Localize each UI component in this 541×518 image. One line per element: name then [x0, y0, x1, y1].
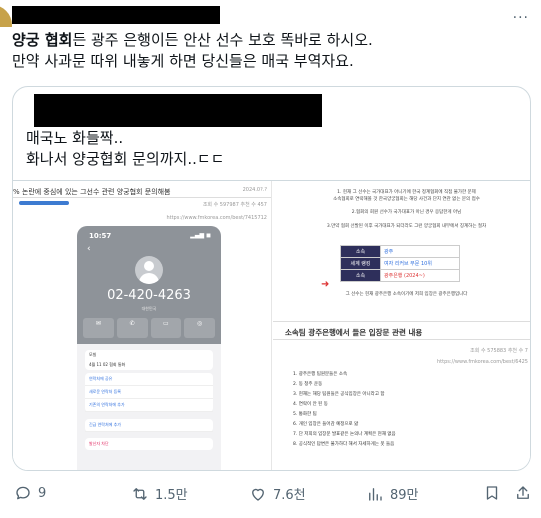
- list-item: 4. 연락이 안 된 동: [293, 402, 328, 407]
- table-value: 광주은행 (2024~): [380, 269, 460, 282]
- message-icon: ✉: [83, 318, 114, 338]
- heart-icon: [252, 488, 264, 501]
- tweet-line-1: 든 광주 은행이든 안산 선수 보호 똑바로 하시오.: [72, 31, 373, 49]
- arrow-icon: ➜: [321, 279, 330, 290]
- doc-url: https://www.fmkorea.com/best/7415712: [166, 215, 267, 221]
- phone-number: 02-420-4263: [107, 288, 191, 303]
- share-button[interactable]: [514, 484, 532, 502]
- views-chart-icon: [369, 487, 382, 501]
- card-block: 발신자 차단: [89, 441, 109, 446]
- list-item: 6. 개인 입장은 들어감 예정으로 앎: [293, 422, 359, 427]
- voice-icon: ◎: [184, 318, 215, 338]
- doc-text: 그 선수는 현재 광주은행 소속이기에 저희 입장은 광주은행입니다: [345, 292, 468, 297]
- list-item: 5. 통화한 팀: [293, 412, 317, 417]
- doc-meta: 조회 수 575883 추천 수 7: [470, 348, 528, 354]
- card-link: 연락처에 공유: [85, 373, 213, 386]
- retweet-count: 1.5만: [155, 488, 188, 503]
- like-button[interactable]: 7.6천: [249, 484, 306, 503]
- doc-list: 1. 광주은행 팀원분들은 소속 2. 동 청주 운동 3. 현재는 해당 팀원…: [293, 370, 396, 450]
- views-count: 89만: [390, 488, 419, 503]
- card-line: 4월 11 02 협회 통화: [89, 362, 126, 367]
- back-arrow-icon: ‹: [87, 244, 91, 254]
- reply-icon: [16, 486, 30, 500]
- like-count: 7.6천: [273, 488, 306, 503]
- reply-button[interactable]: 9: [14, 484, 46, 502]
- doc-text: 1. 현재 그 선수는 국가대표가 아니기에 한국 정계협회에 직접 불가한 문…: [337, 190, 476, 195]
- divider: [273, 339, 530, 340]
- divider: [13, 197, 271, 198]
- phone-screenshot: 10:57 ▂▄▆ ◼ ‹ 02-420-4263 대한민국 ✉ ✆ ▭ ◎ 모…: [77, 226, 221, 470]
- card-line: 모빌: [89, 352, 97, 357]
- table-key: 세계 랭킹: [340, 257, 381, 270]
- list-item: 2. 동 청주 운동: [293, 382, 323, 387]
- author-avatar[interactable]: [0, 5, 12, 27]
- card-link: 긴급 연락처에 추가: [85, 419, 213, 432]
- quoted-line-2: 화나서 양궁협회 문의까지..ㄷㄷ: [26, 150, 225, 168]
- tweet-hashtag-text[interactable]: 양궁 협회: [12, 31, 72, 49]
- tweet-line-2: 만약 사과문 따위 내놓게 하면 당신들은 매국 부역자요.: [12, 52, 354, 70]
- redacted-quoted-author: [34, 94, 322, 127]
- retweet-icon: [133, 487, 147, 500]
- doc-text: 2.협회의 회원 선수가 국가대표가 아닌 경우 응답한게 아님: [351, 210, 462, 215]
- quoted-line-1: 매국노 화들짝..: [26, 129, 124, 147]
- info-table: 소속 광주 세계 랭킹 여자 리커브 부문 10위 소속 광주은행 (2024~): [340, 245, 460, 282]
- doc-text: 3.만약 협회 선발된 이후 국가대표가 되더라도 그런 양궁협회 내부에서 징…: [326, 224, 487, 229]
- list-item: 3. 현재는 해당 팀원들은 공식입장은 아니라고 함: [293, 392, 385, 397]
- phone-card-info: 모빌 4월 11 02 협회 통화: [85, 350, 213, 370]
- doc-heading: 소속팀 광주은행에서 들은 입장문 관련 내용: [285, 328, 423, 337]
- quoted-tweet-text: 매국노 화들짝.. 화나서 양궁협회 문의까지..ㄷㄷ: [26, 128, 224, 170]
- divider: [273, 321, 530, 322]
- reply-count: 9: [38, 485, 47, 501]
- list-item: 7. 단 저희의 입장문 발표같은 논의나 계획은 현재 없음: [293, 432, 396, 437]
- table-value: 여자 리커브 부문 10위: [380, 257, 460, 270]
- list-item: 1. 광주은행 팀원분들은 소속: [293, 372, 348, 377]
- contact-avatar-icon: [135, 256, 163, 284]
- table-key: 소속: [340, 269, 381, 282]
- media-image-right[interactable]: 1. 현재 그 선수는 국가대표가 아니기에 한국 정계협회에 직접 불가한 문…: [273, 181, 530, 470]
- retweet-button[interactable]: 1.5만: [131, 484, 188, 503]
- card-link: 새로운 연락처 등록: [85, 386, 213, 399]
- share-icon: [517, 486, 529, 499]
- bookmark-icon: [486, 486, 498, 500]
- media-image-left[interactable]: % 논란에 중심에 있는 그선수 관련 양궁협회 문의해봄 2024.0?.? …: [13, 181, 272, 470]
- phone-time: 10:57: [89, 232, 112, 240]
- quoted-tweet[interactable]: 매국노 화들짝.. 화나서 양궁협회 문의까지..ㄷㄷ % 논란에 중심에 있는…: [12, 86, 531, 471]
- phone-actions: ✉ ✆ ▭ ◎: [83, 318, 215, 338]
- card-link: 기존의 연락처에 추가: [85, 399, 213, 412]
- phone-card-block: 발신자 차단: [85, 438, 213, 450]
- phone-card-links: 연락처에 공유 새로운 연락처 등록 기존의 연락처에 추가: [85, 373, 213, 412]
- more-options-icon[interactable]: ···: [513, 10, 529, 26]
- doc-title: % 논란에 중심에 있는 그선수 관련 양궁협회 문의해봄: [13, 188, 171, 196]
- video-icon: ▭: [150, 318, 182, 338]
- tweet-text: 양궁 협회든 광주 은행이든 안산 선수 보호 똑바로 하시오. 만약 사과문 …: [12, 30, 527, 72]
- views-button[interactable]: 89만: [366, 484, 419, 503]
- doc-url: https://www.fmkorea.com/best/6425: [437, 359, 528, 365]
- redacted-author-name: [12, 6, 220, 24]
- quoted-media[interactable]: % 논란에 중심에 있는 그선수 관련 양궁협회 문의해봄 2024.0?.? …: [13, 180, 530, 470]
- doc-date: 2024.0?.?: [242, 187, 267, 193]
- bookmark-button[interactable]: [483, 484, 501, 502]
- tweet-action-bar: 9 1.5만 7.6천 89만: [0, 484, 541, 506]
- phone-sub: 대한민국: [141, 306, 157, 311]
- table-key: 소속: [340, 245, 381, 258]
- author-bar: [19, 201, 69, 205]
- list-item: 8. 공식적인 답변은 불가하다 해서 자세하게는 못 들음: [293, 442, 395, 447]
- signal-battery-icon: ▂▄▆ ◼: [190, 232, 211, 239]
- phone-card-emergency: 긴급 연락처에 추가: [85, 419, 213, 432]
- doc-meta: 조회 수 597987 추천 수 457: [202, 202, 267, 208]
- call-icon: ✆: [116, 318, 148, 338]
- doc-text: 소속협회로 연락해볼 것 한국양궁협회는 해당 사건과 단지 연관 없는 문의 …: [333, 197, 480, 202]
- table-value: 광주: [380, 245, 460, 258]
